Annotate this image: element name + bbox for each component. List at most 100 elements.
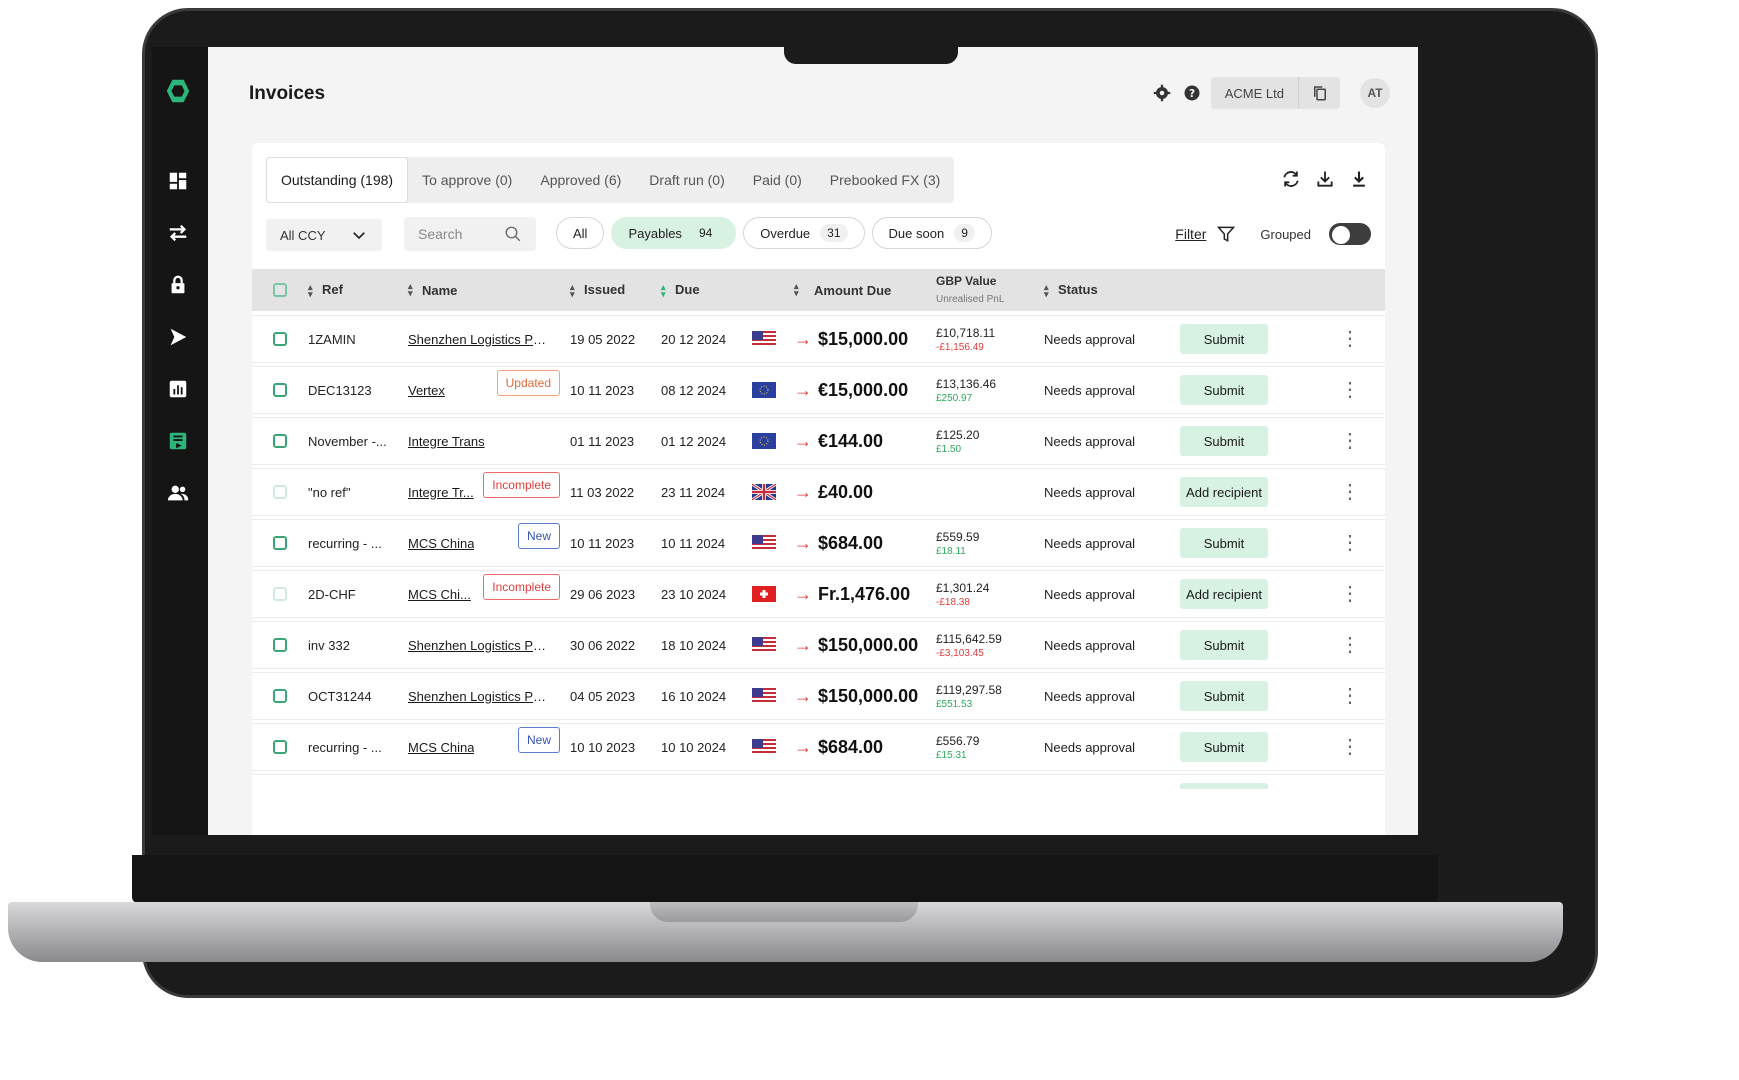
row-action-button[interactable]: Submit [1180, 324, 1268, 354]
tab-approved[interactable]: Approved (6) [526, 157, 635, 203]
row-checkbox[interactable] [273, 434, 287, 448]
row-action-button[interactable]: Submit [1180, 630, 1268, 660]
avatar[interactable]: AT [1360, 78, 1390, 108]
row-name-link[interactable]: Shenzhen Logistics Par... [408, 332, 550, 347]
sidebar-item-invoices[interactable] [166, 429, 190, 453]
row-more-button[interactable]: ⋮ [1320, 380, 1380, 400]
chart-icon [169, 380, 187, 398]
row-more-button[interactable]: ⋮ [1320, 737, 1380, 757]
row-checkbox[interactable] [273, 485, 287, 499]
table-row[interactable]: DEC13123 Vertex Updated 10 11 2023 08 12 202… [252, 367, 1385, 413]
row-action-button[interactable]: Add recipient [1180, 477, 1268, 507]
tab-prebooked-fx[interactable]: Prebooked FX (3) [816, 157, 955, 203]
sidebar-item-reports[interactable] [166, 377, 190, 401]
grouped-toggle[interactable] [1329, 223, 1371, 245]
row-name-cell: Shenzhen Logistics Par... [408, 689, 570, 704]
row-action-button[interactable]: Add recipient [1180, 579, 1268, 609]
row-checkbox[interactable] [273, 740, 287, 754]
tab-draft-run[interactable]: Draft run (0) [635, 157, 738, 203]
header-gbp[interactable]: GBP Value Unrealised PnL [936, 273, 1044, 308]
table-row[interactable]: recurring - ... MCS China New 10 10 2023 10 … [252, 724, 1385, 770]
row-checkbox[interactable] [273, 383, 287, 397]
settings-button[interactable] [1151, 82, 1173, 104]
table-row[interactable]: November -... Integre Trans 01 11 2023 01 1… [252, 418, 1385, 464]
table-row[interactable]: 1ZAMIN Shenzhen Logistics Par... 19 05 202… [252, 316, 1385, 362]
pill-all[interactable]: All [556, 217, 605, 249]
table-row[interactable]: a213/12/12Shenzhen Logistics Par...27 10… [252, 775, 1385, 789]
tab-to-approve[interactable]: To approve (0) [408, 157, 526, 203]
row-action-button[interactable]: Submit [1180, 528, 1268, 558]
row-ref: recurring - ... [308, 739, 382, 755]
row-more-button[interactable]: ⋮ [1320, 329, 1380, 349]
import-icon[interactable] [1315, 169, 1335, 189]
help-button[interactable]: ? [1181, 82, 1203, 104]
row-action-button[interactable]: Submit [1180, 375, 1268, 405]
sidebar-item-transfers[interactable] [166, 221, 190, 245]
header-issued[interactable]: ▴ ▾ Issued [570, 282, 661, 298]
table-row[interactable]: "no ref" Integre Tr... Incomplete 11 03 202… [252, 469, 1385, 515]
row-checkbox[interactable] [273, 689, 287, 703]
row-name-link[interactable]: MCS China [408, 740, 474, 755]
copy-button[interactable] [1298, 77, 1340, 109]
sidebar-item-users[interactable] [166, 481, 190, 505]
row-name-link[interactable]: Integre Tr... [408, 485, 474, 500]
table-row[interactable]: OCT31244 Shenzhen Logistics Par... 04 05 2… [252, 673, 1385, 719]
company-switcher[interactable]: ACME Ltd [1210, 77, 1340, 109]
row-ref: OCT31244 [308, 688, 372, 704]
row-more-button[interactable]: ⋮ [1320, 584, 1380, 604]
row-name-link[interactable]: MCS Chi... [408, 587, 471, 602]
row-name-link[interactable]: Shenzhen Logistics Par... [408, 689, 550, 704]
row-action-button[interactable]: Submit [1180, 426, 1268, 456]
uk-flag-icon [752, 484, 794, 500]
filter-button[interactable]: Filter [1175, 226, 1206, 242]
grouped-label: Grouped [1260, 226, 1311, 242]
pill-overdue[interactable]: Overdue 31 [743, 217, 865, 249]
row-check-cell [252, 383, 308, 397]
row-action-button[interactable]: Submit [1180, 783, 1268, 789]
sidebar-item-security[interactable] [166, 273, 190, 297]
header-name[interactable]: ▴ ▾ Name [408, 282, 570, 298]
row-action-button[interactable]: Submit [1180, 681, 1268, 711]
row-name-link[interactable]: MCS China [408, 536, 474, 551]
row-name-link[interactable]: Shenzhen Logistics Par... [408, 638, 550, 653]
search-input[interactable] [418, 226, 498, 242]
pill-overdue-label: Overdue [760, 225, 811, 241]
header-ref[interactable]: ▴ ▾ Ref [308, 282, 408, 298]
row-more-button[interactable]: ⋮ [1320, 482, 1380, 502]
app-logo-icon[interactable] [164, 77, 192, 105]
row-check-cell [252, 638, 308, 652]
row-gbp-cell: £10,718.11 -£1,156.49 [936, 326, 1044, 353]
row-issued: 01 11 2023 [570, 433, 635, 449]
table-row[interactable]: inv 332 Shenzhen Logistics Par... 30 06 20… [252, 622, 1385, 668]
row-name-link[interactable]: Integre Trans [408, 434, 485, 449]
filter-icon[interactable] [1216, 224, 1236, 244]
header-amount[interactable]: ▴ ▾ Amount Due [794, 282, 936, 298]
row-checkbox[interactable] [273, 536, 287, 550]
row-more-button[interactable]: ⋮ [1320, 533, 1380, 553]
row-more-button[interactable]: ⋮ [1320, 635, 1380, 655]
currency-select[interactable]: All CCY [266, 219, 382, 251]
row-more-button[interactable]: ⋮ [1320, 788, 1380, 789]
row-checkbox[interactable] [273, 332, 287, 346]
header-status[interactable]: ▴ ▾ Status [1044, 282, 1180, 298]
download-icon[interactable] [1349, 169, 1369, 189]
table-row[interactable]: recurring - ... MCS China New 10 11 2023 10 … [252, 520, 1385, 566]
row-action-button[interactable]: Submit [1180, 732, 1268, 762]
row-more-button[interactable]: ⋮ [1320, 431, 1380, 451]
header-due[interactable]: ▴ ▾ Due [661, 282, 752, 298]
pill-payables[interactable]: Payables 94 [611, 217, 737, 249]
row-checkbox[interactable] [273, 638, 287, 652]
row-more-button[interactable]: ⋮ [1320, 686, 1380, 706]
sidebar-item-send[interactable] [166, 325, 190, 349]
select-all-checkbox[interactable] [273, 283, 287, 297]
table-row[interactable]: 2D-CHF MCS Chi... Incomplete 29 06 2023 23 1… [252, 571, 1385, 617]
tab-paid[interactable]: Paid (0) [739, 157, 816, 203]
row-checkbox[interactable] [273, 587, 287, 601]
refresh-icon[interactable] [1281, 169, 1301, 189]
sidebar-item-dashboard[interactable] [166, 169, 190, 193]
tab-outstanding[interactable]: Outstanding (198) [266, 157, 409, 203]
search-icon[interactable] [504, 225, 522, 243]
ch-flag-icon [752, 586, 794, 602]
pill-due-soon[interactable]: Due soon 9 [871, 217, 992, 249]
row-name-link[interactable]: Vertex [408, 383, 445, 398]
